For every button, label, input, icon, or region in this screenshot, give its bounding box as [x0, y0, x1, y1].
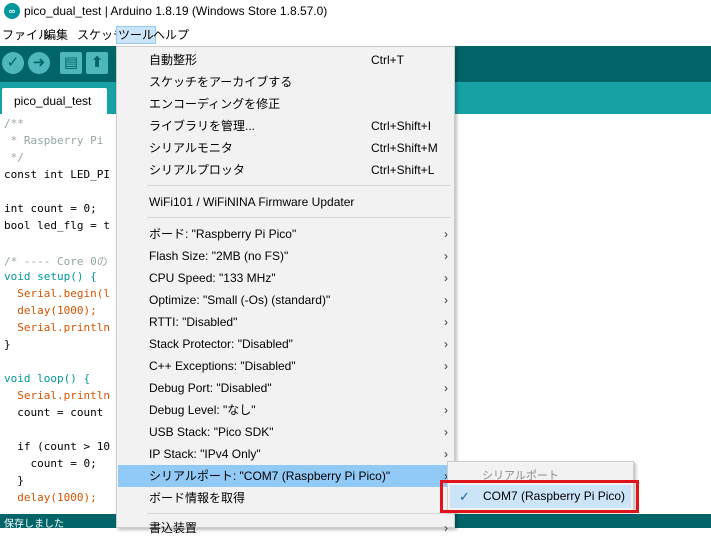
- menu-item-serial-monitor[interactable]: シリアルモニタ Ctrl+Shift+M: [118, 137, 454, 159]
- menu-item-label: WiFi101 / WiFiNINA Firmware Updater: [149, 195, 355, 209]
- menu-item-debug-port[interactable]: Debug Port: "Disabled" ›: [118, 377, 454, 399]
- code-line: const int LED_PI: [4, 168, 110, 181]
- menu-item-label: シリアルポート: "COM7 (Raspberry Pi Pico)": [149, 469, 391, 483]
- code-line: Serial.println: [4, 321, 110, 334]
- chevron-right-icon: ›: [444, 337, 448, 351]
- code-line: */: [4, 151, 24, 164]
- file-icon[interactable]: ▤: [60, 52, 82, 74]
- chevron-right-icon: ›: [444, 227, 448, 241]
- menu-item-label: ボード情報を取得: [149, 491, 246, 505]
- chevron-right-icon: ›: [444, 521, 448, 535]
- menu-item-shortcut: Ctrl+T: [371, 53, 404, 67]
- menu-item-cpp-exceptions[interactable]: C++ Exceptions: "Disabled" ›: [118, 355, 454, 377]
- menu-item-fix-encoding[interactable]: エンコーディングを修正: [118, 93, 454, 115]
- code-line: /**: [4, 117, 24, 130]
- code-line: /* ---- Core 0の: [4, 255, 108, 268]
- code-line: delay(1000);: [4, 491, 97, 504]
- menu-item-serial-port[interactable]: シリアルポート: "COM7 (Raspberry Pi Pico)" ›: [118, 465, 454, 487]
- code-line: delay(1000);: [4, 304, 97, 317]
- menu-tools[interactable]: ツール: [116, 26, 157, 44]
- chevron-right-icon: ›: [444, 425, 448, 439]
- menu-item-label: Stack Protector: "Disabled": [149, 337, 293, 351]
- chevron-right-icon: ›: [444, 315, 448, 329]
- menu-separator: [147, 185, 451, 186]
- menu-item-ip-stack[interactable]: IP Stack: "IPv4 Only" ›: [118, 443, 454, 465]
- code-line: * Raspberry Pi: [4, 134, 104, 147]
- tab-sketch[interactable]: pico_dual_test: [2, 88, 107, 114]
- menu-item-debug-level[interactable]: Debug Level: "なし" ›: [118, 399, 454, 421]
- menu-item-label: C++ Exceptions: "Disabled": [149, 359, 296, 373]
- menu-edit[interactable]: 編集: [42, 27, 70, 45]
- chevron-right-icon: ›: [444, 381, 448, 395]
- menu-item-serial-plotter[interactable]: シリアルプロッタ Ctrl+Shift+L: [118, 159, 454, 181]
- code-line: Serial.begin(l: [4, 287, 110, 300]
- code-line: count = count: [4, 406, 104, 419]
- annotation-highlight-box: [440, 480, 639, 513]
- up-arrow-icon[interactable]: ⬆: [86, 52, 108, 74]
- menu-item-label: 書込装置: [149, 521, 198, 535]
- menu-item-board-info[interactable]: ボード情報を取得: [118, 487, 454, 509]
- menu-separator: [147, 217, 451, 218]
- menu-item-label: CPU Speed: "133 MHz": [149, 271, 276, 285]
- menu-item-cpu-speed[interactable]: CPU Speed: "133 MHz" ›: [118, 267, 454, 289]
- menu-item-stack-protector[interactable]: Stack Protector: "Disabled" ›: [118, 333, 454, 355]
- menu-item-flash-size[interactable]: Flash Size: "2MB (no FS)" ›: [118, 245, 454, 267]
- code-line: if (count > 10: [4, 440, 110, 453]
- code-line: void loop() {: [4, 372, 91, 385]
- menu-item-label: シリアルモニタ: [149, 141, 233, 155]
- menu-item-label: Debug Level: "なし": [149, 403, 256, 417]
- menu-item-shortcut: Ctrl+Shift+L: [371, 163, 435, 177]
- menu-item-archive-sketch[interactable]: スケッチをアーカイブする: [118, 71, 454, 93]
- chevron-right-icon: ›: [444, 249, 448, 263]
- menu-item-label: ライブラリを管理...: [149, 119, 256, 133]
- menu-item-optimize[interactable]: Optimize: "Small (-Os) (standard)" ›: [118, 289, 454, 311]
- menu-item-label: スケッチをアーカイブする: [149, 75, 293, 89]
- code-line: count = 0;: [4, 457, 97, 470]
- menu-item-shortcut: Ctrl+Shift+I: [371, 119, 432, 133]
- menu-item-manage-libraries[interactable]: ライブラリを管理... Ctrl+Shift+I: [118, 115, 454, 137]
- title-bar: ∞ pico_dual_test | Arduino 1.8.19 (Windo…: [0, 0, 711, 24]
- chevron-right-icon: ›: [444, 359, 448, 373]
- menu-item-label: エンコーディングを修正: [149, 97, 281, 111]
- menu-item-label: USB Stack: "Pico SDK": [149, 425, 274, 439]
- menu-item-label: シリアルプロッタ: [149, 163, 245, 177]
- menu-help[interactable]: ヘルプ: [151, 27, 191, 45]
- menu-item-label: Flash Size: "2MB (no FS)": [149, 249, 289, 263]
- chevron-right-icon: ›: [444, 271, 448, 285]
- chevron-right-icon: ›: [444, 403, 448, 417]
- menu-item-label: Optimize: "Small (-Os) (standard)": [149, 293, 331, 307]
- arduino-app-icon: ∞: [4, 3, 20, 19]
- menu-item-label: RTTI: "Disabled": [149, 315, 238, 329]
- code-line: }: [4, 338, 11, 351]
- menu-item-label: Debug Port: "Disabled": [149, 381, 272, 395]
- code-line: void setup() {: [4, 270, 97, 283]
- menu-item-shortcut: Ctrl+Shift+M: [371, 141, 438, 155]
- code-line: int count = 0;: [4, 202, 97, 215]
- code-line: }: [4, 474, 24, 487]
- menu-item-usb-stack[interactable]: USB Stack: "Pico SDK" ›: [118, 421, 454, 443]
- menu-item-label: IP Stack: "IPv4 Only": [149, 447, 261, 461]
- check-icon[interactable]: ✓: [2, 52, 24, 74]
- chevron-right-icon: ›: [444, 293, 448, 307]
- menu-separator: [147, 513, 451, 514]
- window-title: pico_dual_test | Arduino 1.8.19 (Windows…: [24, 4, 328, 18]
- menu-item-board[interactable]: ボード: "Raspberry Pi Pico" ›: [118, 223, 454, 245]
- code-line: bool led_flg = t: [4, 219, 110, 232]
- menu-item-programmer[interactable]: 書込装置 ›: [118, 517, 454, 539]
- menu-item-rtti[interactable]: RTTI: "Disabled" ›: [118, 311, 454, 333]
- right-arrow-icon[interactable]: ➜: [28, 52, 50, 74]
- menu-item-label: 自動整形: [149, 53, 198, 67]
- code-line: Serial.println: [4, 389, 110, 402]
- tools-menu: 自動整形 Ctrl+T スケッチをアーカイブする エンコーディングを修正 ライブ…: [116, 46, 455, 535]
- menu-item-firmware-updater[interactable]: WiFi101 / WiFiNINA Firmware Updater: [118, 191, 454, 213]
- menu-item-label: ボード: "Raspberry Pi Pico": [149, 227, 297, 241]
- menu-bar: ファイル 編集 スケッチ ツール ヘルプ: [0, 24, 711, 46]
- menu-item-auto-format[interactable]: 自動整形 Ctrl+T: [118, 49, 454, 71]
